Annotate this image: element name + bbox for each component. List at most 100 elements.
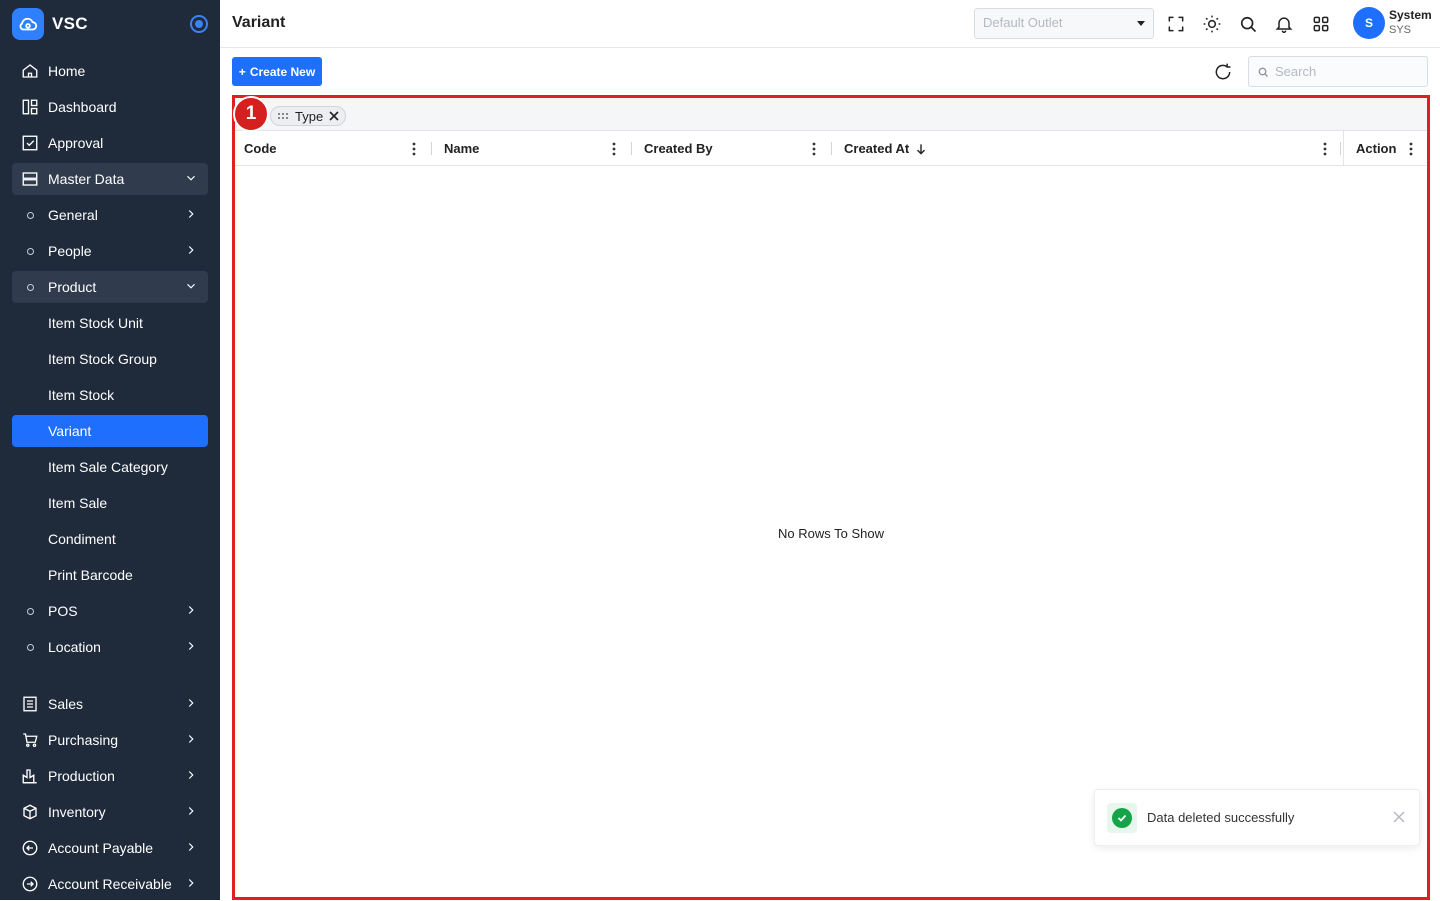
create-new-label: Create New (249, 64, 316, 79)
sidebar-item-label: Purchasing (48, 732, 119, 748)
column-header-label: Name (444, 141, 480, 156)
sidebar-item-label: Account Receivable (48, 876, 172, 892)
chevron-right-icon (188, 642, 194, 650)
sidebar-item-condiment[interactable]: Condiment (12, 523, 208, 555)
sidebar-item-production[interactable]: Production (12, 760, 208, 792)
sidebar-item-print-barcode[interactable]: Print Barcode (12, 559, 208, 591)
approval-icon (12, 134, 48, 152)
outlet-select[interactable]: Default Outlet (974, 8, 1154, 39)
search-icon[interactable] (1238, 14, 1258, 34)
app-name: VSC (52, 14, 88, 33)
column-resize-handle[interactable] (431, 142, 432, 155)
sidebar-item-pos[interactable]: POS (12, 595, 208, 627)
search-icon (1258, 67, 1268, 77)
column-header-label: Created At (844, 141, 910, 156)
factory-icon (12, 767, 48, 785)
sidebar-item-item-sale[interactable]: Item Sale (12, 487, 208, 519)
sidebar-item-item-stock-unit[interactable]: Item Stock Unit (12, 307, 208, 339)
user-code: SYS (1389, 24, 1412, 36)
column-menu-icon[interactable] (407, 141, 421, 157)
circle-icon (12, 607, 48, 615)
column-header-code[interactable]: Code (244, 131, 277, 166)
column-menu-icon[interactable] (807, 141, 821, 157)
chevron-down-icon (187, 175, 195, 181)
bell-icon[interactable] (1274, 14, 1294, 34)
master-data-icon (12, 170, 48, 188)
sidebar-item-item-stock-group[interactable]: Item Stock Group (12, 343, 208, 375)
sidebar-item-label: Production (48, 768, 115, 784)
sidebar-item-account-receivable[interactable]: Account Receivable (12, 868, 208, 900)
column-header-label: Code (244, 141, 277, 156)
sidebar-item-label: POS (48, 603, 78, 619)
circle-icon (12, 211, 48, 219)
column-header-created-at[interactable]: Created At (844, 131, 928, 166)
data-grid: 1 Type Code Name Created By Created At A… (232, 95, 1430, 900)
sidebar-item-product[interactable]: Product (12, 271, 208, 303)
sidebar-item-purchasing[interactable]: Purchasing (12, 724, 208, 756)
grid-header: Code Name Created By Created At Action (235, 131, 1427, 166)
fullscreen-icon[interactable] (1166, 14, 1186, 34)
sidebar-item-approval[interactable]: Approval (12, 127, 208, 159)
success-check-icon (1107, 802, 1137, 833)
sidebar-item-master-data[interactable]: Master Data (12, 163, 208, 195)
sidebar-item-account-payable[interactable]: Account Payable (12, 832, 208, 864)
user-name: System (1389, 8, 1432, 22)
search-input[interactable] (1275, 64, 1425, 79)
sidebar-toggle-icon[interactable] (190, 15, 208, 33)
column-menu-icon[interactable] (1404, 141, 1418, 157)
annotation-badge: 1 (233, 96, 269, 132)
close-icon[interactable] (329, 111, 339, 121)
sidebar-item-location[interactable]: Location (12, 631, 208, 663)
column-menu-icon[interactable] (1318, 141, 1332, 157)
caret-down-icon (1137, 21, 1145, 26)
chevron-right-icon (188, 246, 194, 254)
sidebar-item-label: Item Stock Unit (48, 315, 143, 331)
arrow-circle-left-icon (12, 839, 48, 857)
sidebar-item-label: Dashboard (48, 99, 117, 115)
column-header-created-by[interactable]: Created By (644, 131, 713, 166)
sidebar-item-dashboard[interactable]: Dashboard (12, 91, 208, 123)
sidebar-item-item-sale-category[interactable]: Item Sale Category (12, 451, 208, 483)
avatar[interactable]: S (1353, 7, 1385, 39)
column-menu-icon[interactable] (607, 141, 621, 157)
brand: VSC (12, 8, 208, 40)
drag-handle-icon[interactable] (277, 111, 289, 121)
sidebar-item-people[interactable]: People (12, 235, 208, 267)
theme-sun-icon[interactable] (1202, 14, 1222, 34)
sidebar-item-general[interactable]: General (12, 199, 208, 231)
sidebar-item-inventory[interactable]: Inventory (12, 796, 208, 828)
create-new-button[interactable]: + Create New (232, 57, 322, 86)
row-group-panel: Type (235, 98, 1427, 131)
close-icon[interactable] (1393, 811, 1405, 823)
sidebar-item-home[interactable]: Home (12, 55, 208, 87)
toast-notification: Data deleted successfully (1094, 789, 1420, 846)
group-chip-type[interactable]: Type (270, 106, 347, 126)
sidebar-item-item-stock[interactable]: Item Stock (12, 379, 208, 411)
column-resize-handle[interactable] (631, 142, 632, 155)
circle-icon (12, 283, 48, 291)
dashboard-icon (12, 98, 48, 116)
plus-icon: + (238, 64, 246, 79)
sidebar-item-variant[interactable]: Variant (12, 415, 208, 447)
chevron-right-icon (188, 699, 194, 707)
arrow-circle-right-icon (12, 875, 48, 893)
sidebar-item-label: Inventory (48, 804, 106, 820)
sidebar-item-sales[interactable]: Sales (12, 688, 208, 720)
column-header-action[interactable]: Action (1356, 131, 1396, 166)
outlet-select-placeholder: Default Outlet (983, 15, 1063, 30)
sidebar-item-label: Condiment (48, 531, 116, 547)
column-resize-handle[interactable] (831, 142, 832, 155)
column-header-name[interactable]: Name (444, 131, 479, 166)
pinned-column-divider (1343, 131, 1344, 166)
sidebar: VSC Home Dashboard Approval Master Data … (0, 0, 220, 900)
column-resize-handle[interactable] (1340, 142, 1341, 155)
chevron-right-icon (188, 807, 194, 815)
sidebar-item-label: People (48, 243, 92, 259)
circle-icon (12, 247, 48, 255)
apps-grid-icon[interactable] (1311, 14, 1331, 34)
chevron-right-icon (188, 879, 194, 887)
chevron-right-icon (188, 210, 194, 218)
search-field[interactable] (1248, 56, 1428, 87)
top-bar: Variant Default Outlet S System SYS (220, 0, 1440, 48)
refresh-icon[interactable] (1213, 62, 1233, 82)
